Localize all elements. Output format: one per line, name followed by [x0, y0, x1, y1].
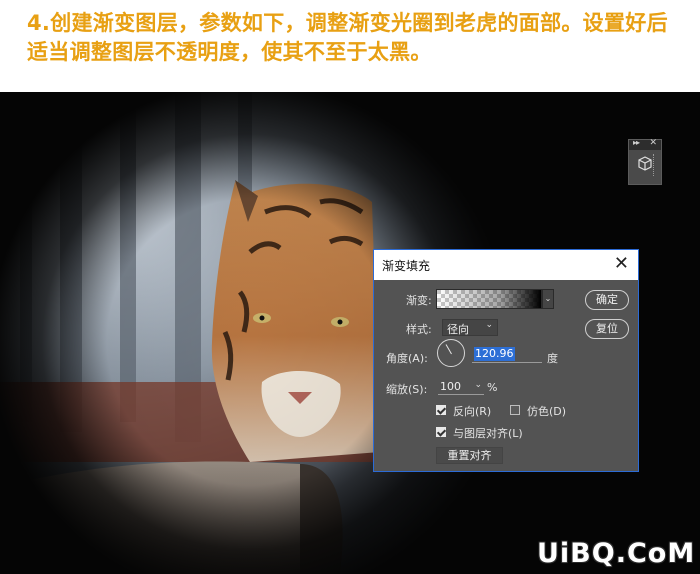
double-arrow-icon[interactable]: ▸▸: [633, 138, 640, 147]
scale-unit: %: [487, 381, 498, 394]
reverse-checkbox[interactable]: [436, 405, 446, 415]
style-select[interactable]: 径向 ⌄: [442, 319, 498, 336]
adjustments-mini-panel: ▸▸ ✕: [628, 138, 662, 185]
angle-input[interactable]: 120.96: [472, 347, 542, 363]
site-watermark: UiBQ.CoM: [537, 538, 696, 569]
gradient-preview[interactable]: [436, 289, 542, 309]
scale-input[interactable]: 100 ⌄: [438, 380, 484, 395]
reset-alignment-button[interactable]: 重置对齐: [436, 447, 503, 464]
instruction-text: 4.创建渐变图层，参数如下，调整渐变光圈到老虎的面部。设置好后适当调整图层不透明…: [27, 11, 668, 64]
dither-label[interactable]: 仿色(D): [527, 403, 566, 419]
dither-checkbox[interactable]: [510, 405, 520, 415]
reset-button[interactable]: 复位: [585, 319, 629, 339]
chevron-down-icon: ⌄: [485, 320, 493, 330]
angle-label: 角度(A):: [386, 352, 428, 365]
chevron-down-icon[interactable]: ⌄: [542, 289, 554, 309]
style-value: 径向: [447, 323, 469, 336]
angle-value: 120.96: [474, 347, 515, 361]
mini-panel-titlebar: ▸▸ ✕: [629, 138, 661, 150]
close-icon[interactable]: ✕: [649, 138, 657, 148]
angle-unit: 度: [547, 352, 558, 365]
scale-label: 缩放(S):: [386, 383, 428, 396]
gradient-label: 渐变:: [406, 294, 432, 307]
angle-dial[interactable]: [437, 339, 465, 367]
reverse-label[interactable]: 反向(R): [453, 403, 491, 419]
gradient-fill-dialog: 渐变填充 ✕ 渐变: ⌄ 样式: 径向 ⌄ 角度(A): 120.96 度 缩放…: [373, 249, 639, 472]
dialog-title: 渐变填充: [382, 259, 431, 273]
instruction-banner: 4.创建渐变图层，参数如下，调整渐变光圈到老虎的面部。设置好后适当调整图层不透明…: [0, 0, 700, 92]
style-label: 样式:: [406, 323, 432, 336]
3d-cube-icon[interactable]: [638, 156, 652, 172]
chevron-down-icon[interactable]: ⌄: [474, 380, 482, 390]
align-with-layer-checkbox[interactable]: [436, 427, 446, 437]
scale-value: 100: [440, 380, 461, 393]
dialog-titlebar[interactable]: 渐变填充 ✕: [374, 250, 638, 280]
panel-grip[interactable]: [653, 154, 658, 176]
angle-needle: [445, 344, 452, 355]
close-icon[interactable]: ✕: [614, 253, 629, 275]
align-with-layer-label[interactable]: 与图层对齐(L): [453, 425, 523, 441]
ok-button[interactable]: 确定: [585, 290, 629, 310]
